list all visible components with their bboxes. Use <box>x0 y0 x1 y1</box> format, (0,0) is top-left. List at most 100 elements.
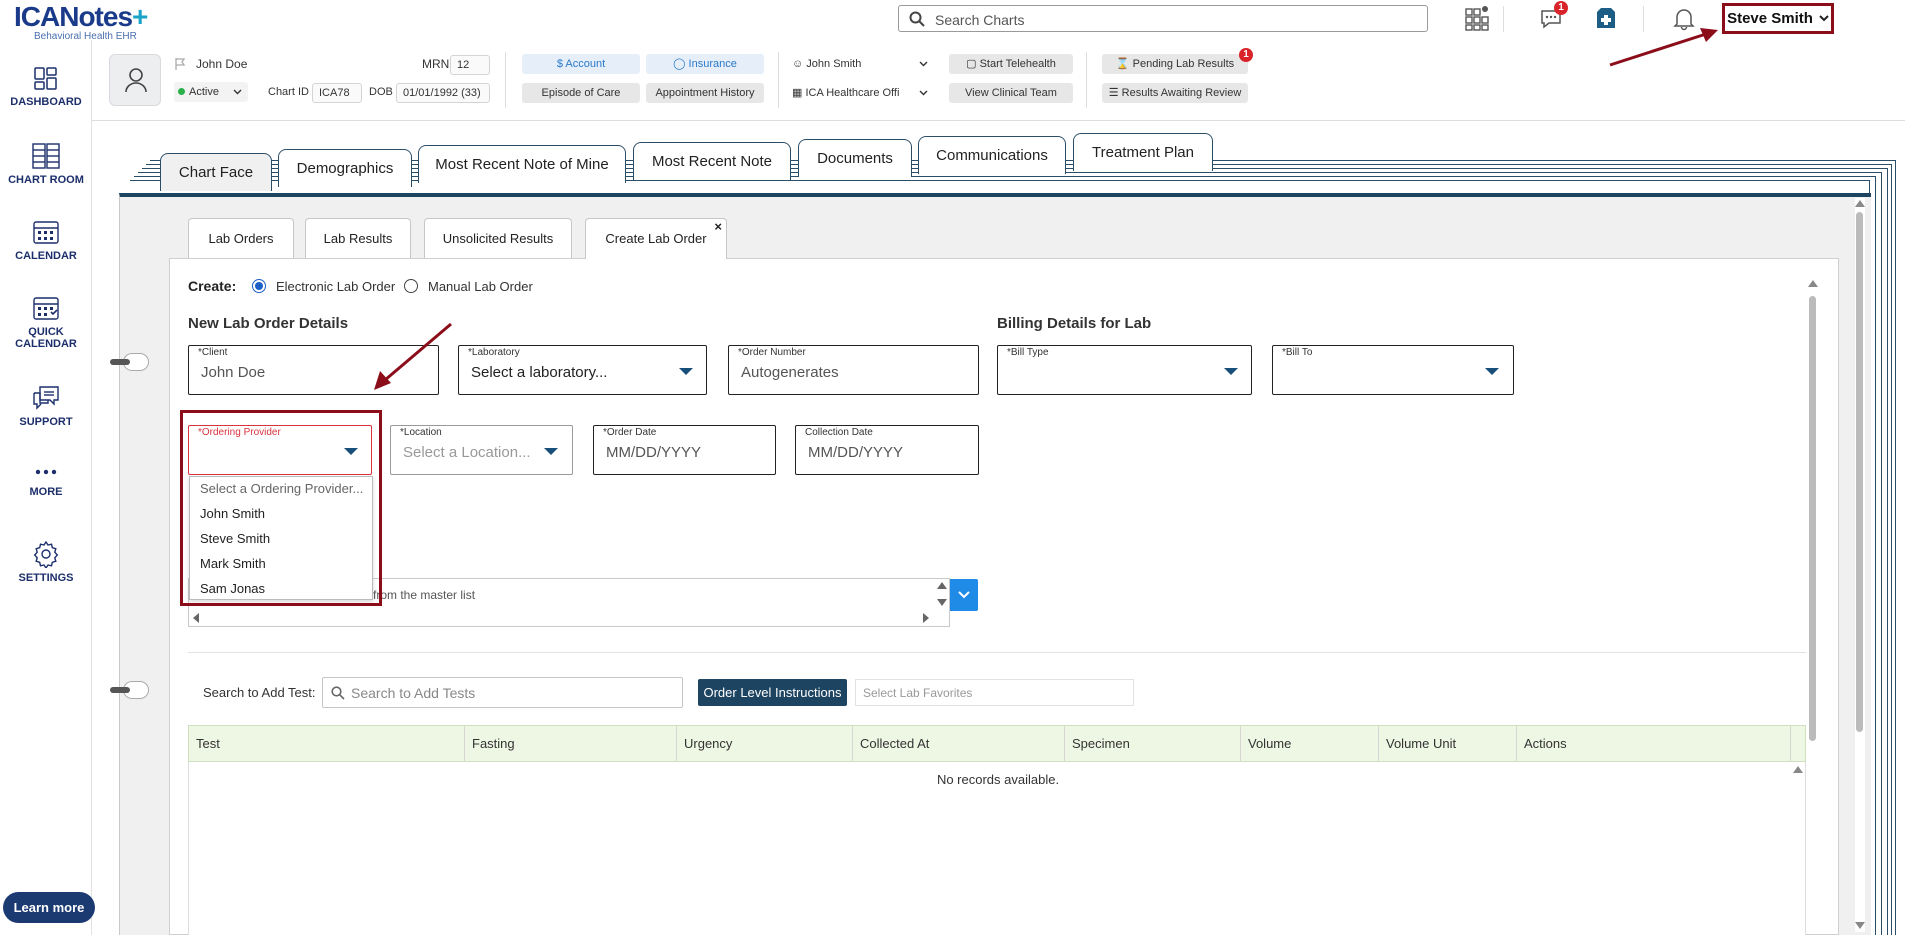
subtab-lab-results[interactable]: Lab Results <box>305 218 411 258</box>
nav-settings[interactable]: SETTINGS <box>0 540 92 584</box>
search-tests-input[interactable]: Search to Add Tests <box>322 677 683 708</box>
reports-grid-icon[interactable] <box>1463 4 1493 34</box>
column-header-fasting[interactable]: Fasting <box>465 726 677 761</box>
subtab-unsolicited-results[interactable]: Unsolicited Results <box>424 218 572 258</box>
nav-label: DASHBOARD <box>10 96 82 108</box>
appointment-history-button[interactable]: Appointment History <box>646 83 764 103</box>
chevron-down-icon <box>919 90 928 96</box>
column-header-collected-at[interactable]: Collected At <box>853 726 1065 761</box>
collection-date-label: Collection Date <box>805 427 873 438</box>
patient-name[interactable]: John Doe <box>196 57 247 71</box>
search-charts-input[interactable]: Search Charts <box>898 5 1428 32</box>
inner-scroll-thumb[interactable] <box>1809 296 1816 741</box>
hourglass-icon: ⌛ <box>1115 58 1133 70</box>
user-menu-button[interactable]: Steve Smith <box>1722 3 1834 34</box>
scroll-up-icon[interactable] <box>1855 200 1865 207</box>
laboratory-select[interactable]: *Laboratory Select a laboratory... <box>458 345 707 395</box>
provider-select[interactable]: ☺ John Smith <box>792 54 932 74</box>
nav-support[interactable]: SUPPORT <box>0 384 92 428</box>
header-divider <box>1086 52 1087 108</box>
calendar-icon <box>33 221 59 244</box>
results-awaiting-review-button[interactable]: ☰ Results Awaiting Review <box>1102 83 1248 103</box>
header-divider <box>505 52 506 108</box>
scroll-down-icon[interactable] <box>1855 922 1865 929</box>
notifications-bell-icon[interactable] <box>1670 4 1700 34</box>
chevron-down-icon <box>1224 368 1238 375</box>
tab-chart-face[interactable]: Chart Face <box>160 153 272 191</box>
nav-calendar[interactable]: CALENDAR <box>0 218 92 262</box>
close-icon[interactable]: × <box>714 207 722 247</box>
scroll-down-icon[interactable] <box>937 599 947 606</box>
insurance-label: Insurance <box>688 58 737 70</box>
location-value: Select a Location... <box>403 444 531 461</box>
chart-room-icon <box>32 143 60 169</box>
tab-most-recent-note[interactable]: Most Recent Note <box>633 142 791 180</box>
lab-favorites-select[interactable]: Select Lab Favorites <box>855 679 1134 706</box>
nav-dashboard[interactable]: DASHBOARD <box>0 66 92 108</box>
status-select[interactable]: Active <box>174 82 248 102</box>
column-header-volume[interactable]: Volume <box>1241 726 1379 761</box>
messages-icon[interactable]: 1 <box>1538 1 1568 34</box>
nav-chart-room[interactable]: CHART ROOM <box>0 142 92 186</box>
office-select[interactable]: ▦ ICA Healthcare Offi <box>792 83 932 103</box>
scroll-right-icon[interactable] <box>923 613 929 623</box>
order-date-field[interactable]: *Order Date MM/DD/YYYY <box>593 425 776 475</box>
search-icon <box>909 11 925 27</box>
scroll-up-icon[interactable] <box>1808 280 1818 287</box>
insurance-button[interactable]: ◯ Insurance <box>646 54 764 74</box>
scroll-up-icon[interactable] <box>1793 766 1803 773</box>
column-header-volume-unit[interactable]: Volume Unit <box>1379 726 1517 761</box>
start-telehealth-button[interactable]: ▢ Start Telehealth <box>949 54 1073 74</box>
chevron-down-icon <box>233 89 242 95</box>
tab-most-recent-note-of-mine[interactable]: Most Recent Note of Mine <box>418 145 626 183</box>
manual-lab-order-label: Manual Lab Order <box>428 279 533 294</box>
chevron-down-icon <box>1485 368 1499 375</box>
tab-treatment-plan[interactable]: Treatment Plan <box>1073 133 1213 171</box>
column-header-actions[interactable]: Actions <box>1517 726 1791 761</box>
chevron-down-icon <box>1819 14 1829 21</box>
electronic-lab-order-radio[interactable] <box>252 279 266 293</box>
collection-date-field[interactable]: Collection Date MM/DD/YYYY <box>795 425 979 475</box>
scroll-up-icon[interactable] <box>937 582 947 589</box>
column-header-urgency[interactable]: Urgency <box>677 726 853 761</box>
app-logo[interactable]: ICANotes+ Behavioral Health EHR <box>14 2 148 42</box>
account-button[interactable]: $ Account <box>522 54 640 74</box>
inner-scrollbar[interactable] <box>1807 280 1819 935</box>
bill-type-select[interactable]: *Bill Type <box>997 345 1252 395</box>
episode-of-care-button[interactable]: Episode of Care <box>522 83 640 103</box>
tab-documents[interactable]: Documents <box>798 139 912 177</box>
column-header-test[interactable]: Test <box>189 726 465 761</box>
order-date-value: MM/DD/YYYY <box>606 444 702 461</box>
subtab-create-lab-order[interactable]: Create Lab Order × <box>585 218 727 259</box>
diagnosis-expand-button[interactable] <box>950 579 978 611</box>
learn-more-button[interactable]: Learn more <box>3 892 95 923</box>
column-header-specimen[interactable]: Specimen <box>1065 726 1241 761</box>
outer-scroll-thumb[interactable] <box>1856 212 1863 732</box>
add-prescription-icon[interactable] <box>1592 4 1622 34</box>
building-icon: ▦ <box>792 87 806 99</box>
client-label: *Client <box>198 347 228 358</box>
nav-label: SUPPORT <box>19 416 73 428</box>
view-clinical-team-button[interactable]: View Clinical Team <box>949 83 1073 103</box>
tab-demographics[interactable]: Demographics <box>278 149 412 187</box>
scroll-left-icon[interactable] <box>193 613 199 623</box>
results-awaiting-review-label: Results Awaiting Review <box>1121 87 1242 99</box>
subtab-lab-orders[interactable]: Lab Orders <box>188 218 294 258</box>
manual-lab-order-radio[interactable] <box>404 279 418 293</box>
nav-more[interactable]: MORE <box>0 462 92 498</box>
collection-date-value: MM/DD/YYYY <box>808 444 904 461</box>
flag-icon[interactable] <box>174 57 186 71</box>
location-select[interactable]: *Location Select a Location... <box>390 425 573 475</box>
bill-to-select[interactable]: *Bill To <box>1272 345 1514 395</box>
nav-quick-calendar[interactable]: QUICK CALENDAR <box>0 294 92 350</box>
create-label: Create: <box>188 278 237 294</box>
client-field[interactable]: *Client John Doe <box>188 345 439 395</box>
order-number-field[interactable]: *Order Number Autogenerates <box>728 345 979 395</box>
avatar[interactable] <box>109 54 161 106</box>
pending-lab-results-button[interactable]: ⌛ Pending Lab Results <box>1102 54 1248 74</box>
list-icon: ☰ <box>1108 87 1122 99</box>
outer-scrollbar[interactable] <box>1855 198 1865 932</box>
tab-communications[interactable]: Communications <box>918 136 1066 174</box>
order-level-instructions-button[interactable]: Order Level Instructions <box>698 679 847 706</box>
user-avatar-icon <box>125 68 147 93</box>
